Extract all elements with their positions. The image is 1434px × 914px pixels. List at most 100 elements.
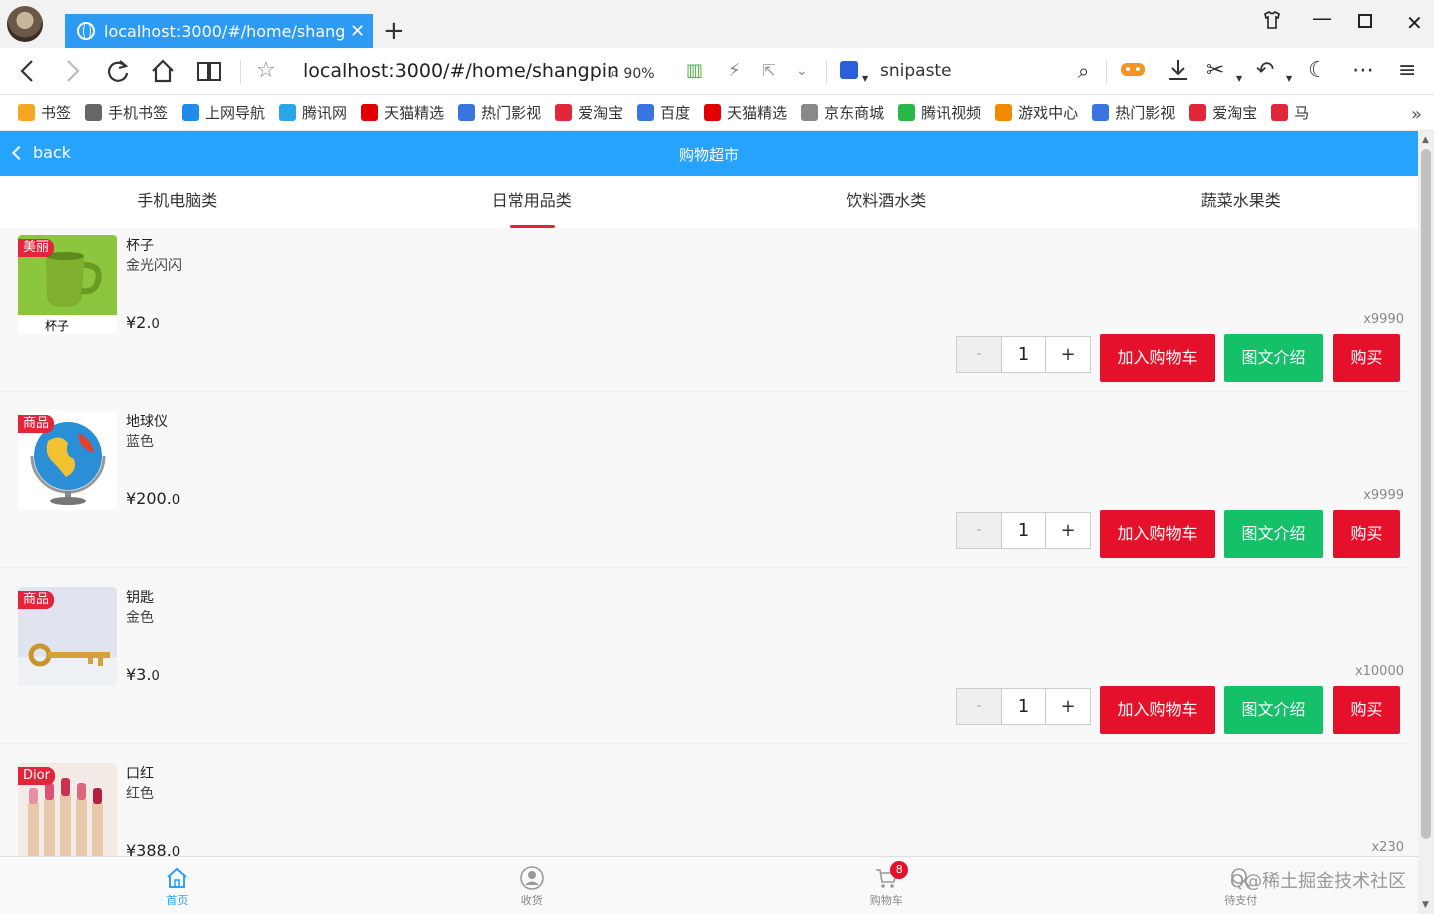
divider xyxy=(1106,60,1107,84)
chevron-down-icon[interactable]: ⌄ xyxy=(796,58,808,84)
bookmark-item[interactable]: 热门影视 xyxy=(1092,102,1175,123)
product-intro-button[interactable]: 图文介绍 xyxy=(1224,686,1323,734)
bookmark-favicon-icon xyxy=(704,104,722,121)
bookmarks-more-icon[interactable]: » xyxy=(1411,104,1422,125)
category-tab[interactable]: 手机电脑类 xyxy=(0,176,355,228)
scissors-icon[interactable]: ✂ xyxy=(1206,58,1224,84)
undo-icon[interactable]: ↶ xyxy=(1256,58,1274,84)
quantity-input[interactable]: 1 xyxy=(1002,337,1046,372)
page-title: 购物超市 xyxy=(678,146,739,164)
decrement-button[interactable]: - xyxy=(957,513,1002,548)
bottom-tab[interactable]: 8 购物车 xyxy=(709,857,1064,914)
reload-icon[interactable] xyxy=(106,58,130,89)
bookmark-item[interactable]: 百度 xyxy=(637,102,690,123)
scrollbar[interactable]: ▲ ▼ xyxy=(1418,131,1434,914)
address-bar[interactable]: localhost:3000/#/home/shangpin xyxy=(303,60,619,82)
bottom-tab[interactable]: 首页 xyxy=(0,857,355,914)
gamepad-icon[interactable] xyxy=(1120,58,1146,85)
engine-dropdown-icon[interactable]: ▼ xyxy=(862,66,868,92)
baidu-paw-icon[interactable] xyxy=(840,61,858,79)
bottom-tab-label: 首页 xyxy=(166,894,189,907)
buy-button[interactable]: 购买 xyxy=(1333,510,1400,558)
add-to-cart-button[interactable]: 加入购物车 xyxy=(1100,510,1215,558)
quantity-input[interactable]: 1 xyxy=(1002,689,1046,724)
search-icon[interactable]: ⌕ xyxy=(1078,58,1089,84)
category-tab[interactable]: 日常用品类 xyxy=(355,176,710,228)
tab-title: localhost:3000/#/home/shangpin xyxy=(104,21,344,41)
search-box[interactable]: snipaste xyxy=(880,61,952,81)
increment-button[interactable]: + xyxy=(1046,689,1090,724)
increment-button[interactable]: + xyxy=(1046,513,1090,548)
bookmark-label: 天猫精选 xyxy=(727,104,788,122)
bookmark-item[interactable]: 上网导航 xyxy=(182,102,265,123)
zoom-indicator[interactable]: ⌕ 90% xyxy=(610,63,655,83)
buy-button[interactable]: 购买 xyxy=(1333,334,1400,382)
browser-tab[interactable]: localhost:3000/#/home/shangpin ✕ xyxy=(65,14,373,48)
category-tab[interactable]: 饮料酒水类 xyxy=(709,176,1064,228)
more-icon[interactable]: ⋯ xyxy=(1352,58,1374,84)
product-spec: 金光闪闪 xyxy=(126,258,182,274)
bookmark-item[interactable]: 手机书签 xyxy=(85,102,168,123)
share-icon[interactable]: ⇱ xyxy=(762,58,775,84)
minimize-icon[interactable]: — xyxy=(1312,6,1332,30)
add-to-cart-button[interactable]: 加入购物车 xyxy=(1100,334,1215,382)
product-stock: x10000 xyxy=(1354,664,1404,679)
profile-avatar[interactable] xyxy=(7,6,43,42)
product-price: ¥2.0 xyxy=(126,313,160,332)
bookmark-label: 爱淘宝 xyxy=(1212,104,1258,122)
skin-icon[interactable] xyxy=(1262,10,1282,35)
menu-icon[interactable]: ≡ xyxy=(1398,58,1416,84)
back-icon[interactable] xyxy=(18,58,38,89)
bookmark-item[interactable]: 京东商城 xyxy=(801,102,884,123)
tab-close-icon[interactable]: ✕ xyxy=(350,21,365,42)
undo-dropdown-icon[interactable]: ▼ xyxy=(1286,66,1292,92)
maximize-icon[interactable] xyxy=(1358,14,1372,28)
product-spec: 蓝色 xyxy=(126,434,154,450)
bookmark-item[interactable]: 天猫精选 xyxy=(361,102,444,123)
star-icon[interactable]: ☆ xyxy=(256,58,276,84)
bookmark-item[interactable]: 书签 xyxy=(18,102,71,123)
bookmark-item[interactable]: 腾讯视频 xyxy=(898,102,981,123)
forward-icon[interactable] xyxy=(62,58,82,89)
bookmark-label: 游戏中心 xyxy=(1018,104,1079,122)
reader-icon[interactable] xyxy=(196,58,222,89)
bookmark-item[interactable]: 腾讯网 xyxy=(279,102,347,123)
add-to-cart-button[interactable]: 加入购物车 xyxy=(1100,686,1215,734)
product-badge: 美丽 xyxy=(18,239,55,257)
flash-icon[interactable]: ⚡ xyxy=(728,58,741,84)
bookmark-item[interactable]: 游戏中心 xyxy=(995,102,1078,123)
bookmark-item[interactable]: 马 xyxy=(1271,102,1309,123)
product-price: ¥3.0 xyxy=(126,665,160,684)
quantity-input[interactable]: 1 xyxy=(1002,513,1046,548)
divider xyxy=(240,60,241,84)
book-icon[interactable]: ▥ xyxy=(686,58,703,84)
product-intro-button[interactable]: 图文介绍 xyxy=(1224,334,1323,382)
scrollbar-thumb[interactable] xyxy=(1421,149,1431,839)
bookmark-item[interactable]: 天猫精选 xyxy=(704,102,787,123)
product-intro-button[interactable]: 图文介绍 xyxy=(1224,510,1323,558)
product-badge: 商品 xyxy=(18,415,55,433)
bookmark-favicon-icon xyxy=(182,104,200,121)
category-tab[interactable]: 蔬菜水果类 xyxy=(1064,176,1419,228)
bookmark-favicon-icon xyxy=(458,104,476,121)
decrement-button[interactable]: - xyxy=(957,337,1002,372)
scroll-up-icon[interactable]: ▲ xyxy=(1422,135,1429,145)
moon-icon[interactable]: ☾ xyxy=(1308,58,1328,84)
bookmark-item[interactable]: 热门影视 xyxy=(458,102,541,123)
bookmark-item[interactable]: 爱淘宝 xyxy=(1189,102,1257,123)
scroll-down-icon[interactable]: ▼ xyxy=(1422,900,1429,910)
bottom-tab[interactable]: 收货 xyxy=(355,857,710,914)
product-name: 口红 xyxy=(126,766,154,782)
product-name: 地球仪 xyxy=(126,414,168,430)
bookmark-item[interactable]: 爱淘宝 xyxy=(555,102,623,123)
new-tab-button[interactable]: + xyxy=(383,14,405,48)
divider xyxy=(826,60,827,84)
close-window-icon[interactable]: ✕ xyxy=(1406,11,1423,35)
product-stock: x230 xyxy=(1371,840,1404,855)
scissors-dropdown-icon[interactable]: ▼ xyxy=(1236,66,1242,92)
home-icon[interactable] xyxy=(150,58,176,89)
decrement-button[interactable]: - xyxy=(957,689,1002,724)
buy-button[interactable]: 购买 xyxy=(1333,686,1400,734)
increment-button[interactable]: + xyxy=(1046,337,1090,372)
download-icon[interactable] xyxy=(1166,58,1190,87)
